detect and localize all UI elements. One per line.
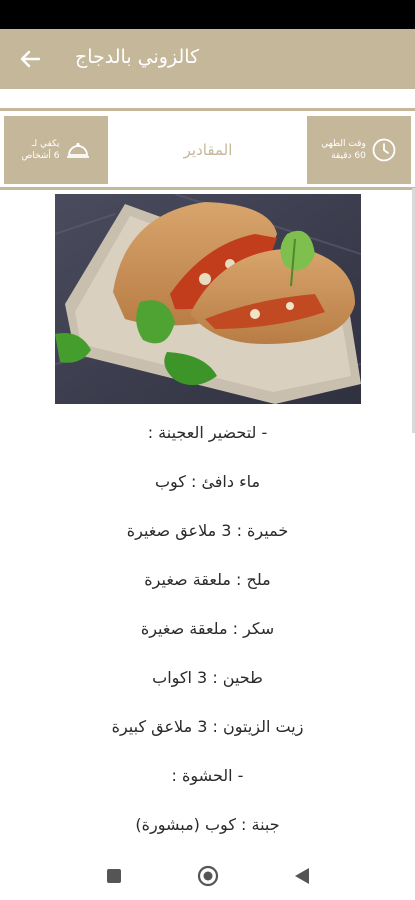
cook-time-text: وقت الطهي 60 دقيقة [321,138,366,162]
clock-icon [372,138,396,162]
triangle-back-icon [295,868,309,884]
list-item: زيت الزيتون : 3 ملاعق كبيرة [111,717,304,736]
serves-box: يكفي لـ 6 أشخاص [4,116,108,184]
cook-time-label: وقت الطهي [321,139,366,149]
recipe-info-row: يكفي لـ 6 أشخاص المقادير وقت الطهي 60 دق… [0,113,415,187]
back-nav-button[interactable] [290,864,314,888]
top-divider [0,108,415,111]
serves-label: يكفي لـ [31,139,60,149]
list-item: - لتحضير العجينة : [147,423,268,442]
circle-icon [197,865,219,887]
recipe-photo [55,194,361,404]
recents-button[interactable] [102,864,126,888]
page-title: كالزوني بالدجاج [75,46,200,68]
list-item: - الحشوة : [171,766,244,785]
info-divider [0,187,415,190]
status-bar [0,0,415,29]
tab-ingredients[interactable]: المقادير [110,113,306,187]
cook-time-box: وقت الطهي 60 دقيقة [307,116,411,184]
list-item: خميرة : 3 ملاعق صغيرة [126,521,289,540]
list-item: جبنة : كوب (مبشورة) [135,815,280,834]
system-nav-bar [0,852,415,900]
cook-time-value: 60 دقيقة [331,151,366,161]
back-button[interactable] [14,45,46,73]
list-item: سكر : ملعقة صغيرة [140,619,275,638]
list-item: ماء دافئ : كوب [154,472,261,491]
serves-text: يكفي لـ 6 أشخاص [21,138,59,162]
serves-value: 6 أشخاص [21,151,60,161]
arrow-left-icon [20,50,41,68]
list-item: ملح : ملعقة صغيرة [144,570,271,589]
app-bar: كالزوني بالدجاج [0,29,415,89]
list-item: طحين : 3 اكواب [152,668,263,687]
home-button[interactable] [196,864,220,888]
cloche-icon [66,142,89,158]
square-icon [107,869,121,883]
ingredients-list: - لتحضير العجينة : ماء دافئ : كوب خميرة … [0,408,415,849]
